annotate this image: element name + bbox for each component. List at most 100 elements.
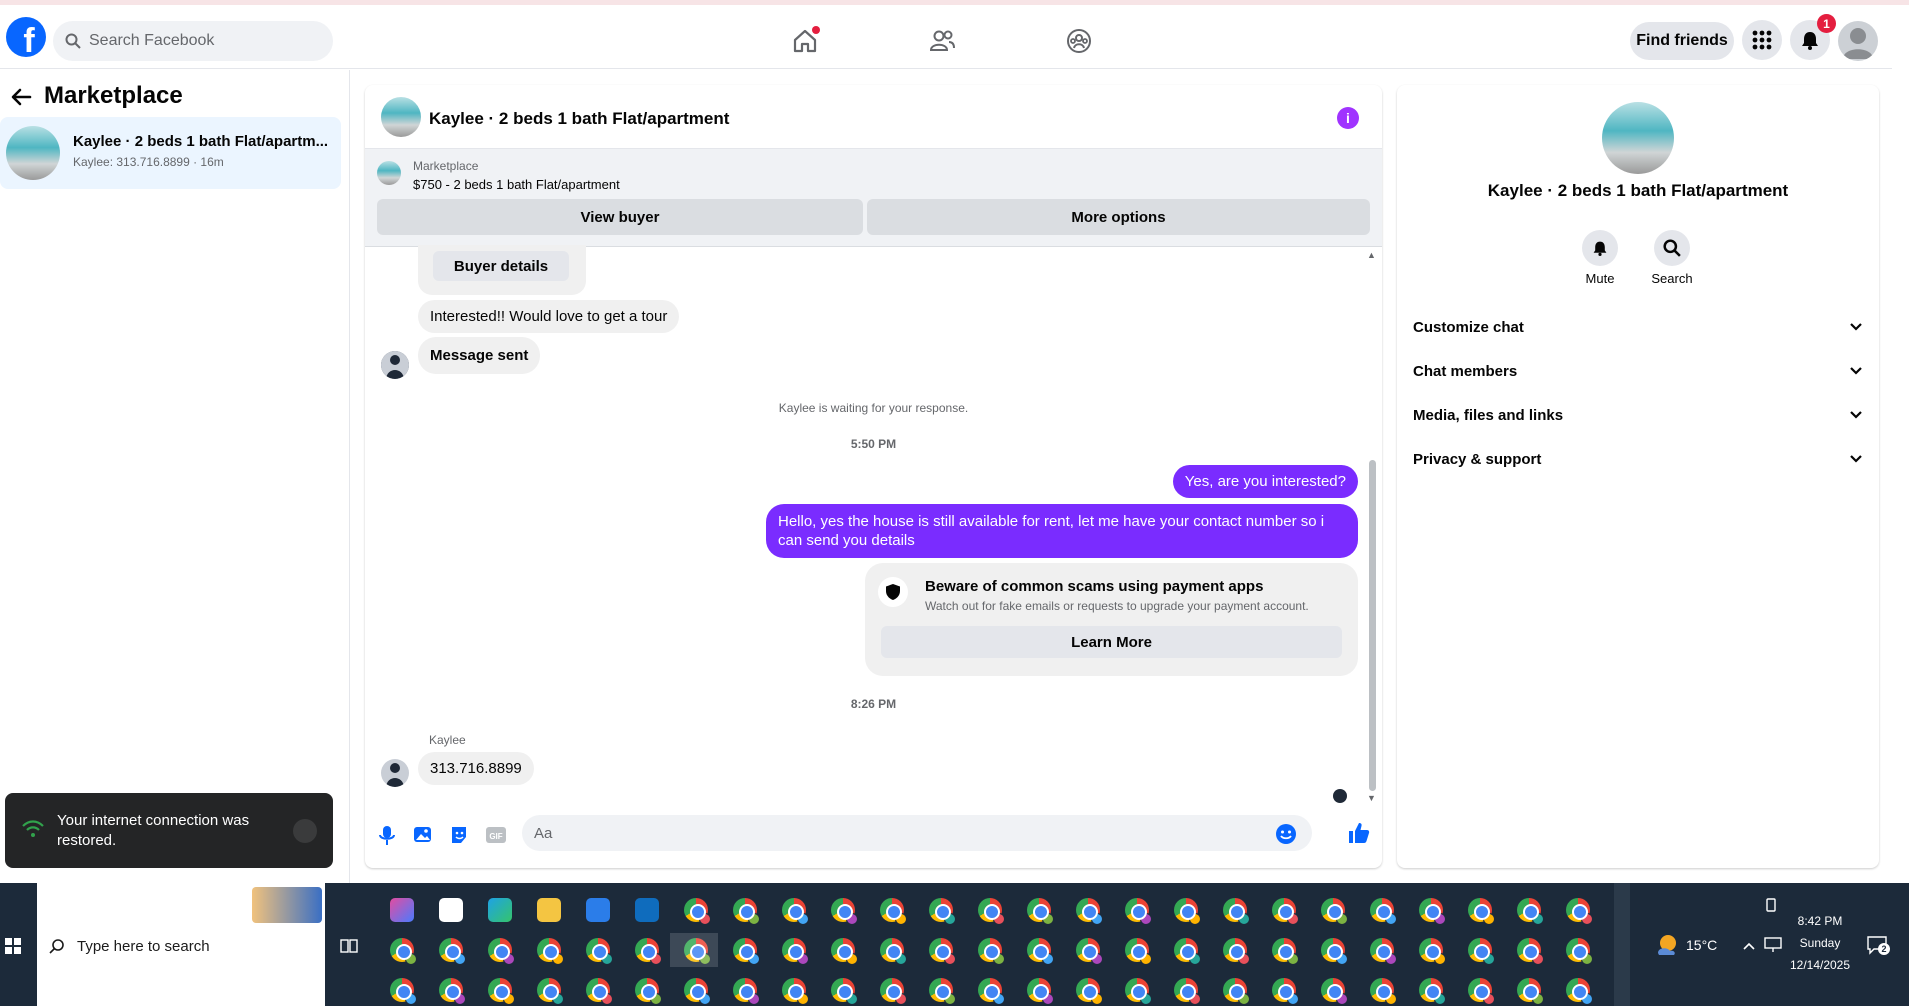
chrome-icon[interactable] (929, 978, 956, 1005)
chrome-icon[interactable] (978, 978, 1005, 1005)
chrome-icon[interactable] (1174, 978, 1201, 1005)
account-avatar-button[interactable] (1838, 21, 1878, 61)
chrome-icon[interactable] (1272, 898, 1299, 925)
chat-header-thumbnail[interactable] (381, 97, 421, 137)
find-friends-button[interactable]: Find friends (1630, 22, 1734, 60)
chrome-icon[interactable] (1566, 938, 1593, 965)
chrome-icon[interactable] (831, 978, 858, 1005)
chrome-icon[interactable] (1517, 898, 1544, 925)
chrome-icon[interactable] (537, 978, 564, 1005)
chrome-icon[interactable] (439, 978, 466, 1005)
tablet-mode-icon[interactable] (1764, 897, 1778, 913)
gif-icon[interactable]: GIF (485, 825, 507, 845)
chrome-icon[interactable] (1027, 938, 1054, 965)
chrome-icon[interactable] (1419, 938, 1446, 965)
notifications-button[interactable]: 1 (1790, 14, 1836, 60)
user-avatar[interactable] (381, 351, 409, 379)
task-view-icon[interactable] (340, 938, 358, 954)
photo-icon[interactable] (413, 825, 433, 845)
chrome-icon[interactable] (782, 978, 809, 1005)
chrome-icon[interactable] (1125, 898, 1152, 925)
chrome-icon[interactable] (880, 898, 907, 925)
chrome-icon[interactable] (1174, 898, 1201, 925)
chrome-icon[interactable] (1076, 938, 1103, 965)
action-center-button[interactable]: 2 (1866, 935, 1890, 955)
taskbar-scrollbar[interactable] (1614, 883, 1630, 1006)
paint-icon[interactable] (439, 898, 463, 922)
toast-close-button[interactable] (293, 819, 317, 843)
edge-icon[interactable] (488, 898, 512, 922)
microphone-icon[interactable] (377, 825, 397, 847)
media-files-links-row[interactable]: Media, files and links (1413, 393, 1863, 437)
chrome-icon[interactable] (1468, 898, 1495, 925)
chrome-icon[interactable] (1517, 978, 1544, 1005)
privacy-support-row[interactable]: Privacy & support (1413, 437, 1863, 481)
user-avatar[interactable] (381, 759, 409, 787)
chrome-icon[interactable] (488, 978, 515, 1005)
chrome-icon[interactable] (1321, 898, 1348, 925)
buyer-details-button[interactable]: Buyer details (433, 251, 569, 281)
mute-button[interactable] (1582, 230, 1618, 266)
chrome-icon[interactable] (1125, 938, 1152, 965)
chrome-icon[interactable] (488, 938, 515, 965)
chrome-icon[interactable] (390, 978, 417, 1005)
chrome-icon[interactable] (733, 978, 760, 1005)
chrome-icon[interactable] (733, 938, 760, 965)
chrome-icon[interactable] (1370, 978, 1397, 1005)
chrome-icon[interactable] (1076, 898, 1103, 925)
chrome-icon[interactable] (880, 938, 907, 965)
chrome-icon[interactable] (1566, 898, 1593, 925)
page-scrollbar[interactable] (1892, 70, 1909, 883)
search-in-chat-button[interactable] (1654, 230, 1690, 266)
chrome-icon[interactable] (929, 898, 956, 925)
chrome-icon[interactable] (1272, 938, 1299, 965)
chrome-icon[interactable] (635, 978, 662, 1005)
chrome-icon[interactable] (1321, 978, 1348, 1005)
chrome-icon[interactable] (1027, 898, 1054, 925)
more-options-button[interactable]: More options (867, 199, 1370, 235)
chrome-icon[interactable] (782, 938, 809, 965)
home-nav-button[interactable] (788, 24, 822, 58)
windows-start-icon[interactable] (5, 938, 21, 954)
chrome-icon[interactable] (1566, 978, 1593, 1005)
chrome-icon[interactable] (831, 938, 858, 965)
chrome-icon[interactable] (1370, 898, 1397, 925)
facebook-logo[interactable]: f (6, 17, 46, 57)
chrome-icon[interactable] (635, 938, 662, 965)
back-button[interactable] (10, 86, 32, 108)
menu-button[interactable] (1742, 20, 1782, 60)
copilot-icon[interactable] (390, 898, 414, 922)
chrome-icon[interactable] (1174, 938, 1201, 965)
chrome-icon[interactable] (1419, 898, 1446, 925)
chrome-icon[interactable] (1272, 978, 1299, 1005)
chrome-icon[interactable] (1223, 978, 1250, 1005)
chrome-icon[interactable] (684, 898, 711, 925)
chrome-icon[interactable] (929, 938, 956, 965)
scroll-down-arrow-icon[interactable]: ▼ (1367, 793, 1376, 803)
view-buyer-button[interactable]: View buyer (377, 199, 863, 235)
outlook-icon[interactable] (635, 898, 659, 922)
chrome-icon[interactable] (978, 938, 1005, 965)
store-icon[interactable] (586, 898, 610, 922)
chrome-icon[interactable] (586, 978, 613, 1005)
weather-temperature[interactable]: 15°C (1686, 937, 1717, 953)
chat-members-row[interactable]: Chat members (1413, 349, 1863, 393)
chrome-icon[interactable] (1517, 938, 1544, 965)
sticker-icon[interactable] (449, 825, 469, 845)
scroll-up-arrow-icon[interactable]: ▲ (1367, 250, 1376, 260)
friends-nav-button[interactable] (925, 24, 959, 58)
chrome-icon[interactable] (1468, 978, 1495, 1005)
chevron-up-icon[interactable] (1742, 941, 1756, 951)
learn-more-button[interactable]: Learn More (881, 626, 1342, 658)
chrome-icon[interactable] (586, 938, 613, 965)
chrome-icon[interactable] (978, 898, 1005, 925)
chrome-icon[interactable] (1321, 938, 1348, 965)
taskbar-search-box[interactable]: Type here to search (37, 883, 325, 1006)
chrome-icon[interactable] (1468, 938, 1495, 965)
thumbs-up-icon[interactable] (1347, 821, 1371, 845)
chrome-icon[interactable] (1076, 978, 1103, 1005)
chrome-icon[interactable] (733, 898, 760, 925)
network-icon[interactable] (1763, 937, 1783, 953)
chrome-icon[interactable] (439, 938, 466, 965)
chrome-icon[interactable] (684, 978, 711, 1005)
